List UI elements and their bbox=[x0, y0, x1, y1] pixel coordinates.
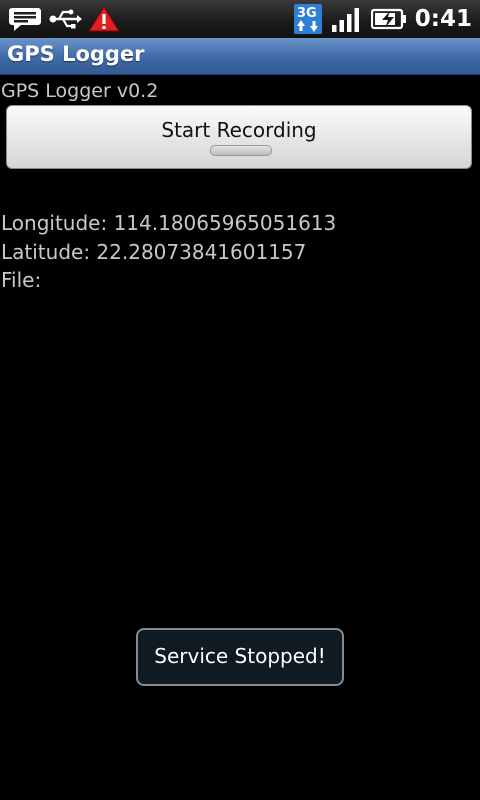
version-label: GPS Logger v0.2 bbox=[1, 80, 159, 102]
start-recording-label: Start Recording bbox=[161, 118, 317, 142]
app-title: GPS Logger bbox=[7, 42, 145, 66]
system-icons: 3G 0:41 bbox=[293, 0, 472, 38]
toggle-indicator bbox=[210, 145, 272, 156]
longitude-value: 114.18065965051613 bbox=[113, 211, 337, 235]
signal-icon bbox=[331, 8, 359, 32]
svg-text:3G: 3G bbox=[297, 6, 317, 21]
file-label: File: bbox=[1, 268, 42, 292]
file-row: File: bbox=[1, 267, 41, 293]
latitude-row: Latitude: 22.28073841601157 bbox=[1, 239, 306, 265]
usb-icon bbox=[49, 9, 82, 29]
3g-data-icon: 3G bbox=[293, 4, 322, 34]
phone-screen: 3G 0:41 GPS Logger GPS Logger v0.2 Start… bbox=[0, 0, 480, 800]
latitude-value: 22.28073841601157 bbox=[96, 240, 307, 264]
status-bar: 3G 0:41 bbox=[0, 0, 480, 38]
start-recording-button[interactable]: Start Recording bbox=[6, 105, 472, 169]
warning-icon bbox=[88, 6, 120, 32]
notification-icons bbox=[8, 0, 126, 38]
toast-notification: Service Stopped! bbox=[136, 628, 344, 686]
app-title-bar: GPS Logger bbox=[0, 38, 480, 75]
longitude-label: Longitude: bbox=[1, 211, 108, 235]
message-icon bbox=[9, 8, 41, 31]
status-clock: 0:41 bbox=[414, 6, 472, 32]
latitude-label: Latitude: bbox=[1, 240, 91, 264]
longitude-row: Longitude: 114.18065965051613 bbox=[1, 210, 336, 236]
toast-message: Service Stopped! bbox=[154, 644, 326, 668]
battery-charging-icon bbox=[370, 8, 406, 30]
